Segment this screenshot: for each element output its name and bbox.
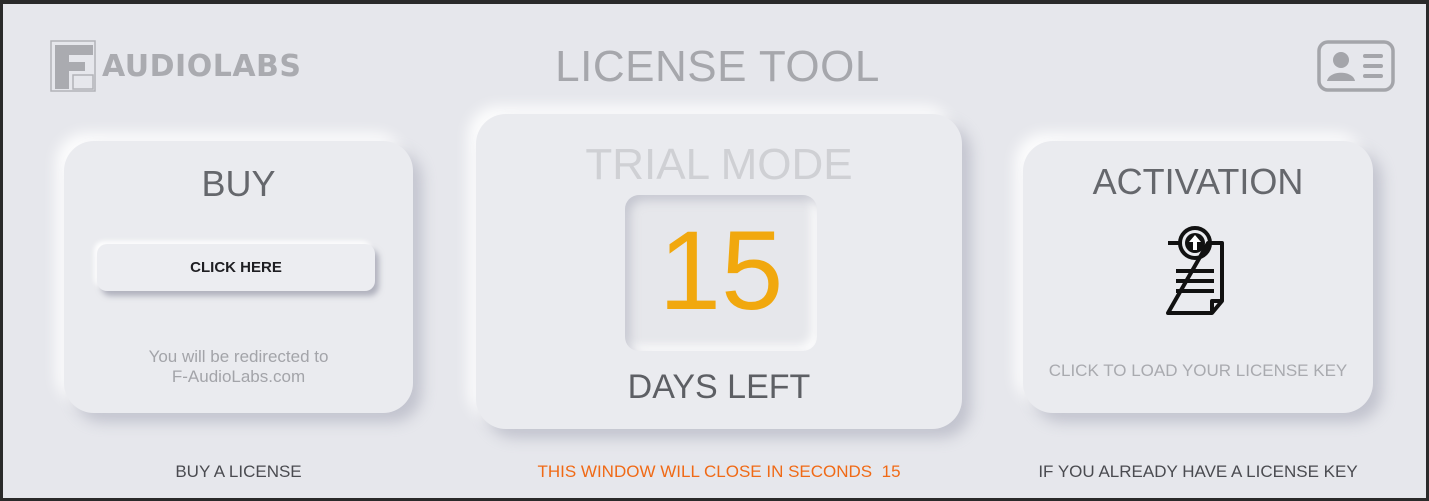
license-tool-window: AUDIOLABS LICENSE TOOL BUY CLICK HERE Yo… [0, 0, 1429, 501]
redirect-note-line2: F-AudioLabs.com [171, 367, 306, 386]
trial-mode-title: TRIAL MODE [585, 140, 853, 189]
activation-footer-label: IF YOU ALREADY HAVE A LICENSE KEY [1038, 462, 1358, 481]
days-left-label: DAYS LEFT [627, 368, 811, 406]
upload-document-icon[interactable] [1162, 225, 1228, 317]
id-card-icon[interactable] [1317, 40, 1395, 92]
buy-card: BUY CLICK HERE You will be redirected to… [64, 141, 413, 413]
buy-title: BUY [201, 163, 276, 204]
buy-click-here-button[interactable]: CLICK HERE [97, 244, 375, 291]
activation-title: ACTIVATION [1092, 161, 1304, 202]
close-countdown: THIS WINDOW WILL CLOSE IN SECONDS 15 [476, 462, 962, 482]
close-countdown-text: THIS WINDOW WILL CLOSE IN SECONDS [537, 462, 873, 481]
trial-card: TRIAL MODE 15 DAYS LEFT [476, 114, 962, 429]
redirect-note: You will be redirected to F-AudioLabs.co… [64, 347, 413, 387]
days-counter-box: 15 [625, 195, 817, 351]
page-title: LICENSE TOOL [555, 42, 880, 91]
buy-footer-label: BUY A LICENSE [175, 462, 302, 481]
close-countdown-seconds: 15 [881, 462, 901, 481]
activation-card[interactable]: ACTIVATION CLICK TO LOAD YOUR LICENSE KE… [1023, 141, 1373, 413]
load-license-key-link[interactable]: CLICK TO LOAD YOUR LICENSE KEY [1023, 361, 1373, 381]
redirect-note-line1: You will be redirected to [148, 347, 329, 366]
days-counter: 15 [658, 208, 784, 333]
